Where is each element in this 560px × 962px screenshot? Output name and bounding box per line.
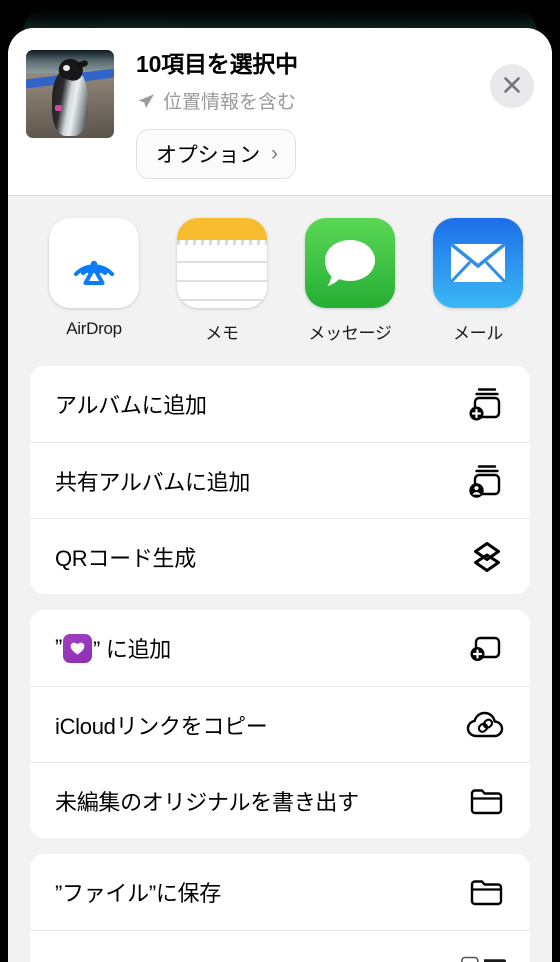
folder-icon: [461, 783, 507, 819]
app-mail[interactable]: メール: [414, 218, 542, 344]
app-journal[interactable]: ジ: [542, 218, 552, 344]
action-row-qr-code[interactable]: QRコード生成: [30, 518, 530, 594]
location-arrow-icon: [136, 91, 156, 111]
action-row-add-to-album[interactable]: アルバムに追加: [30, 366, 530, 442]
page-title: 10項目を選択中: [136, 51, 298, 77]
app-airdrop[interactable]: AirDrop: [30, 218, 158, 344]
location-subtitle: 位置情報を含む: [136, 87, 534, 114]
partial-icons: co: [461, 954, 507, 962]
action-label: ” ” に追加: [55, 632, 461, 664]
airdrop-icon: [49, 218, 139, 308]
action-group-2: ” ” に追加 iCloudリンクをコピー 未編集のオリジナルを書き出す: [30, 610, 530, 838]
action-label: iCloudリンクをコピー: [55, 713, 268, 739]
close-icon: [501, 74, 523, 99]
share-sheet-header: 10項目を選択中 位置情報を含む オプション ›: [8, 28, 552, 196]
layers-icon: [461, 537, 507, 577]
action-row-export-unmodified-original[interactable]: 未編集のオリジナルを書き出す: [30, 762, 530, 838]
location-subtitle-label: 位置情報を含む: [163, 92, 297, 114]
folder-icon: [461, 874, 507, 910]
action-label: QRコード生成: [55, 545, 196, 571]
quote-open: ”: [55, 635, 63, 660]
notes-icon: [177, 218, 267, 308]
action-row-add-to-app[interactable]: ” ” に追加: [30, 610, 530, 686]
icloud-link-icon: [461, 707, 507, 743]
purple-heart-app-icon: [63, 633, 93, 663]
chevron-right-icon: ›: [271, 142, 278, 166]
mail-icon: [433, 218, 523, 308]
app-messages[interactable]: メッセージ: [286, 218, 414, 344]
app-share-row[interactable]: AirDrop メモ メッセージ メール: [8, 196, 552, 350]
options-button[interactable]: オプション ›: [136, 129, 296, 180]
action-row-partial-next[interactable]: co: [30, 930, 530, 962]
action-group-1: アルバムに追加 共有アルバムに追加 QRコード生成: [30, 366, 530, 594]
app-label: メモ: [205, 324, 239, 343]
add-to-app-icon: [461, 628, 507, 668]
label-suffix: ” に追加: [93, 637, 171, 662]
add-to-shared-album-icon: [461, 461, 507, 501]
screenshot-root: 10項目を選択中 位置情報を含む オプション › AirDrop メモ メッセー…: [0, 0, 560, 962]
header-text-block: 10項目を選択中 位置情報を含む オプション ›: [114, 50, 534, 195]
app-label: メッセージ: [308, 324, 392, 343]
add-to-album-icon: [461, 384, 507, 424]
action-row-save-to-files[interactable]: ”ファイル”に保存: [30, 854, 530, 930]
action-label: 共有アルバムに追加: [55, 469, 251, 495]
app-label: メール: [452, 324, 504, 343]
action-label: アルバムに追加: [55, 393, 207, 418]
close-button[interactable]: [490, 64, 534, 108]
action-label: ”ファイル”に保存: [55, 881, 221, 906]
penguin-photo-thumbnail[interactable]: [26, 50, 114, 138]
app-notes[interactable]: メモ: [158, 218, 286, 344]
share-sheet: 10項目を選択中 位置情報を含む オプション › AirDrop メモ メッセー…: [8, 28, 552, 962]
action-group-3: ”ファイル”に保存 co: [30, 854, 530, 962]
app-label: AirDrop: [66, 319, 122, 338]
messages-icon: [305, 218, 395, 308]
action-label: 未編集のオリジナルを書き出す: [55, 789, 359, 815]
options-button-label: オプション: [156, 144, 260, 168]
action-row-add-to-shared-album[interactable]: 共有アルバムに追加: [30, 442, 530, 518]
action-row-copy-icloud-link[interactable]: iCloudリンクをコピー: [30, 686, 530, 762]
